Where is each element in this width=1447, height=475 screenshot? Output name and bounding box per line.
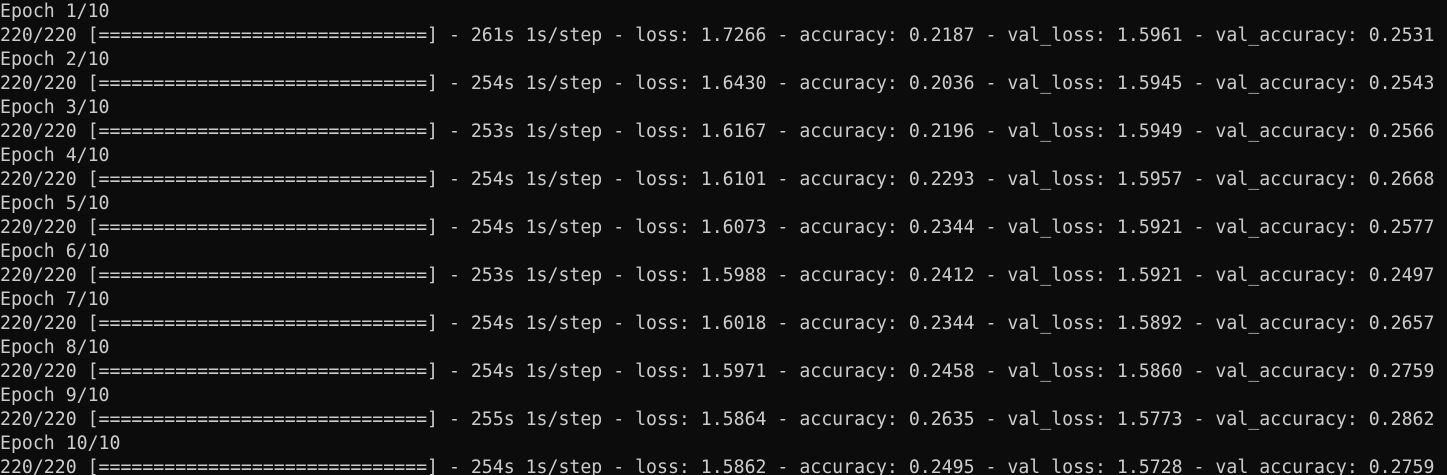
epoch-progress-4: 220/220 [==============================]… bbox=[0, 169, 1435, 190]
epoch-progress-3: 220/220 [==============================]… bbox=[0, 121, 1435, 142]
epoch-header-8: Epoch 8/10 bbox=[0, 337, 110, 358]
epoch-progress-6: 220/220 [==============================]… bbox=[0, 265, 1435, 286]
epoch-progress-9: 220/220 [==============================]… bbox=[0, 409, 1435, 430]
epoch-header-3: Epoch 3/10 bbox=[0, 97, 110, 118]
epoch-header-5: Epoch 5/10 bbox=[0, 193, 110, 214]
epoch-progress-8: 220/220 [==============================]… bbox=[0, 361, 1435, 382]
epoch-header-1: Epoch 1/10 bbox=[0, 1, 110, 22]
epoch-header-2: Epoch 2/10 bbox=[0, 49, 110, 70]
epoch-progress-1: 220/220 [==============================]… bbox=[0, 25, 1435, 46]
epoch-progress-10: 220/220 [==============================]… bbox=[0, 457, 1435, 475]
terminal-output[interactable]: Epoch 1/10 220/220 [====================… bbox=[0, 0, 1447, 475]
epoch-progress-5: 220/220 [==============================]… bbox=[0, 217, 1435, 238]
epoch-header-4: Epoch 4/10 bbox=[0, 145, 110, 166]
epoch-header-10: Epoch 10/10 bbox=[0, 433, 121, 454]
epoch-header-7: Epoch 7/10 bbox=[0, 289, 110, 310]
epoch-header-6: Epoch 6/10 bbox=[0, 241, 110, 262]
epoch-progress-2: 220/220 [==============================]… bbox=[0, 73, 1435, 94]
epoch-progress-7: 220/220 [==============================]… bbox=[0, 313, 1435, 334]
epoch-header-9: Epoch 9/10 bbox=[0, 385, 110, 406]
